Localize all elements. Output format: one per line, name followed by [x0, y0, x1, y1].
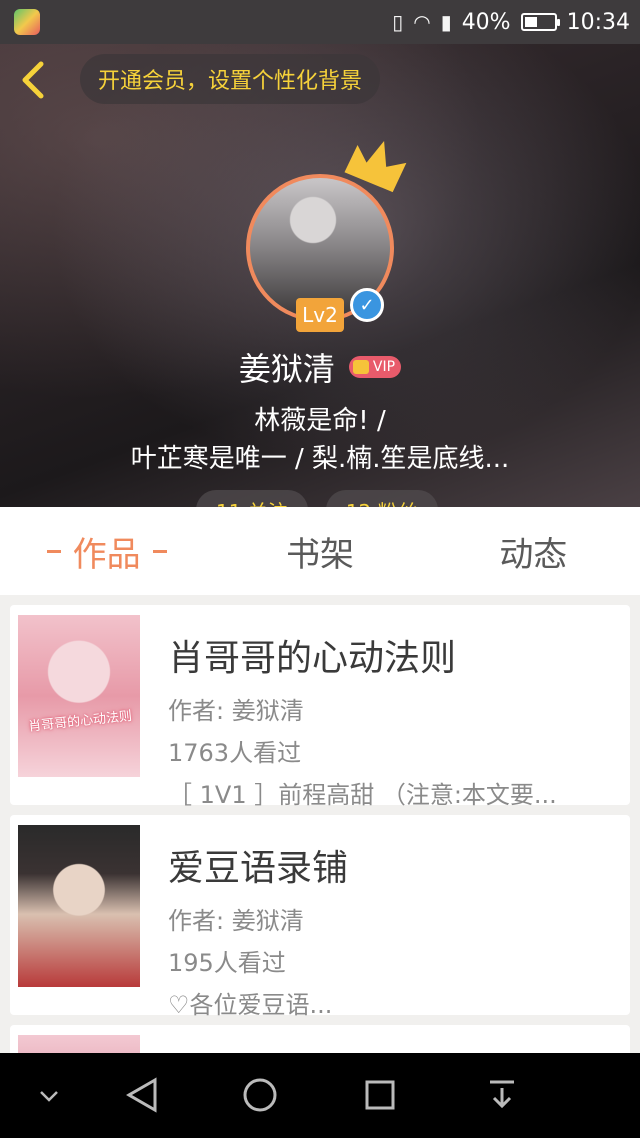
username: 姜狱清: [238, 350, 335, 388]
tab-label: 书架: [285, 534, 354, 575]
tab-label: 作品: [72, 534, 141, 575]
book-author: 作者: 姜狱清: [168, 697, 304, 725]
followers-button[interactable]: 12 粉丝: [325, 490, 438, 507]
bio-line: 林薇是命! /: [254, 406, 386, 436]
app-notification-icon: [14, 9, 40, 35]
triangle-back-icon: [125, 1077, 157, 1113]
avatar-area: Lv2 ✓: [246, 140, 407, 332]
tab-works[interactable]: 作品: [0, 507, 213, 595]
hide-nav-button[interactable]: [34, 1081, 64, 1111]
back-button[interactable]: [14, 58, 54, 102]
home-nav-button[interactable]: [238, 1073, 282, 1117]
book-cover: 肖哥哥的心动法则: [18, 615, 140, 777]
clock: 10:34: [566, 9, 630, 35]
system-nav-bar: [0, 1053, 640, 1138]
level-badge: Lv2: [296, 298, 344, 332]
active-indicator: [152, 549, 167, 553]
battery-percent: 40%: [461, 9, 511, 35]
back-nav-button[interactable]: [120, 1073, 164, 1117]
status-bar: ▯ ◠ ▮ 40% 10:34: [0, 0, 640, 44]
name-row: 姜狱清 VIP: [0, 344, 640, 390]
book-title: 肖哥哥的心动法则: [168, 638, 457, 679]
square-recents-icon: [365, 1080, 395, 1110]
list-item[interactable]: 爱豆语录铺 作者: 姜狱清 195人看过 ♡各位爱豆语...: [10, 815, 630, 1019]
following-button[interactable]: 11 关注: [196, 490, 308, 507]
pull-down-icon: [490, 1080, 514, 1109]
vip-badge: VIP: [348, 356, 402, 378]
recents-nav-button[interactable]: [358, 1073, 402, 1117]
book-cover: [18, 825, 140, 987]
circle-home-icon: [243, 1078, 277, 1112]
user-bio: 林薇是命! / 叶芷寒是唯一 / 梨.楠.笙是底线...: [0, 402, 640, 478]
vip-background-prompt[interactable]: 开通会员，设置个性化背景: [80, 54, 381, 104]
vibrate-icon: ▯: [392, 10, 404, 34]
book-description: ♡各位爱豆语...: [168, 991, 333, 1019]
wifi-icon: ◠: [413, 10, 431, 34]
active-indicator: [46, 549, 61, 553]
vip-label: VIP: [372, 359, 396, 375]
status-icons: ▯ ◠ ▮ 40% 10:34: [392, 0, 630, 44]
vip-crown-icon: [352, 360, 369, 374]
sim-icon: ▮: [440, 10, 452, 34]
battery-icon: [520, 13, 560, 31]
book-title: 爱豆语录铺: [168, 848, 349, 889]
chevron-left-icon: [22, 61, 44, 99]
tab-bar: 作品 书架 动态: [0, 507, 640, 595]
profile-header: 开通会员，设置个性化背景 Lv2 ✓ 姜狱清 VIP 林薇是命! / 叶芷寒是唯…: [0, 44, 640, 507]
tab-label: 动态: [499, 534, 568, 575]
chevron-down-icon: [40, 1091, 58, 1102]
book-author: 作者: 姜狱清: [168, 907, 304, 935]
notification-pull-button[interactable]: [480, 1073, 524, 1117]
bio-line: 叶芷寒是唯一 / 梨.楠.笙是底线...: [130, 444, 510, 474]
crown-icon: [344, 140, 407, 193]
verified-icon: ✓: [350, 288, 384, 322]
tab-bookshelf[interactable]: 书架: [213, 507, 426, 595]
list-item[interactable]: 肖哥哥的心动法则 肖哥哥的心动法则 作者: 姜狱清 1763人看过 ［ 1V1 …: [10, 605, 630, 809]
tab-activity[interactable]: 动态: [427, 507, 640, 595]
book-views: 1763人看过: [168, 739, 302, 767]
book-description: ［ 1V1 ］前程高甜 （注意:本文要...: [168, 781, 557, 809]
book-views: 195人看过: [168, 949, 286, 977]
stats-row: 11 关注 12 粉丝: [196, 490, 438, 507]
cover-title: 肖哥哥的心动法则: [27, 708, 133, 735]
